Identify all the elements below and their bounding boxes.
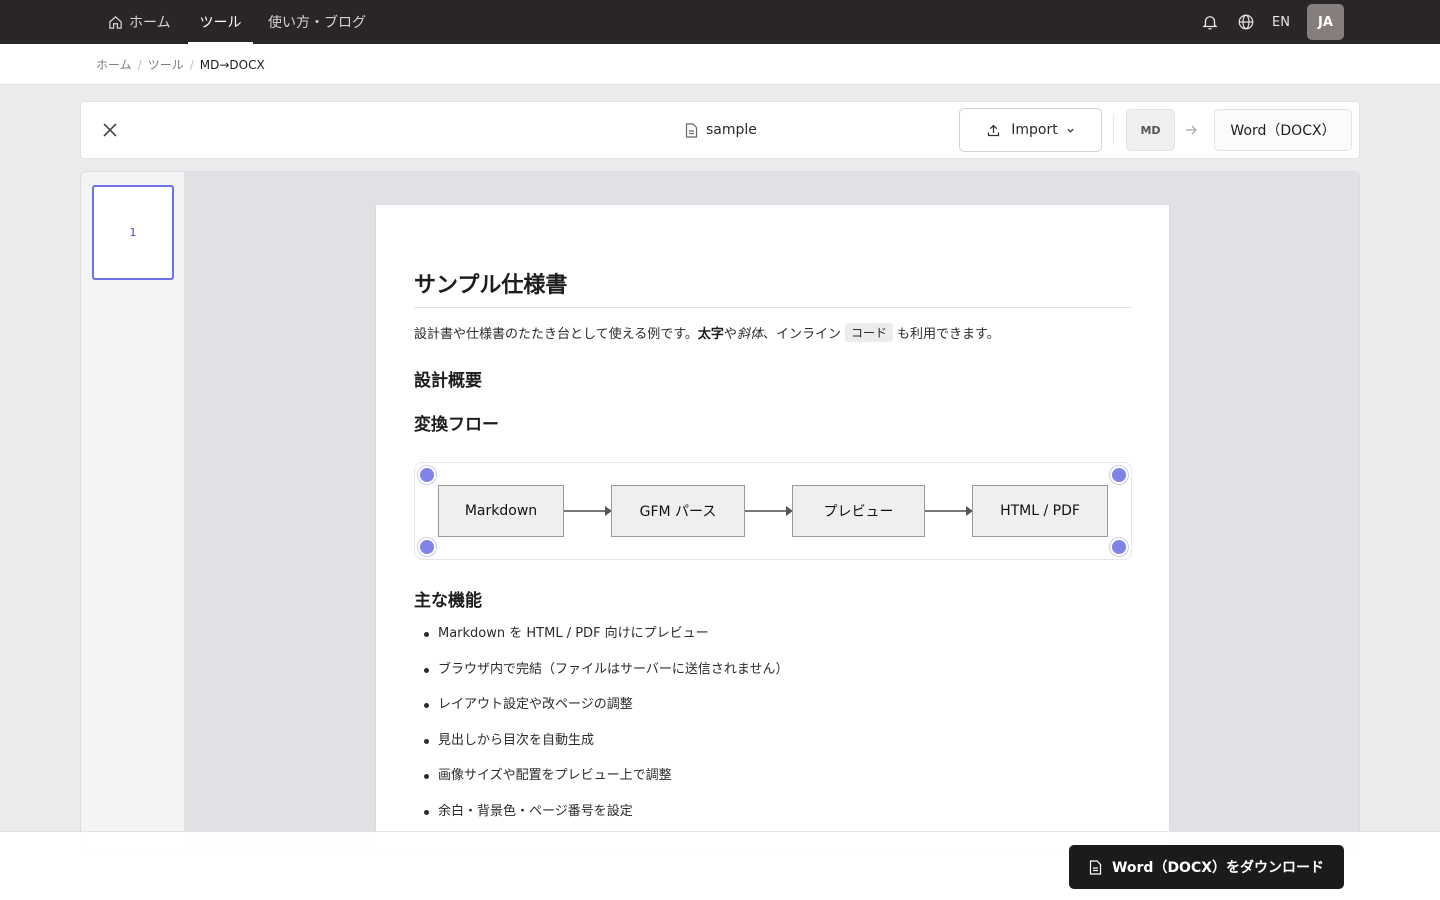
nav-tools-link[interactable]: ツール: [188, 0, 253, 44]
nav-tools-label: ツール: [199, 15, 242, 31]
page-thumbnail[interactable]: 1: [92, 185, 174, 280]
heading-overview: 設計概要: [414, 371, 482, 391]
target-format-button[interactable]: Word（DOCX）: [1214, 109, 1352, 151]
file-name: sample: [685, 102, 757, 158]
breadcrumb-separator: /: [189, 57, 194, 72]
lang-en-toggle[interactable]: EN: [1268, 0, 1294, 44]
flow-step: GFM パース: [611, 485, 745, 537]
list-item: 画像サイズや配置をプレビュー上で調整: [414, 767, 788, 803]
heading-flow: 変換フロー: [414, 415, 499, 435]
home-icon: [109, 15, 122, 29]
list-item: レイアウト設定や改ページの調整: [414, 696, 788, 732]
breadcrumb-separator: /: [137, 57, 142, 72]
list-item: 見出しから目次を自動生成: [414, 732, 788, 768]
nav-home-label: ホーム: [129, 15, 171, 31]
upload-icon: [988, 124, 1000, 136]
chevron-down-icon: [1067, 128, 1074, 133]
flow-step: プレビュー: [792, 485, 925, 537]
intro-text-1: 設計書や仕様書のたたき台として使える例です。: [414, 327, 698, 342]
bottom-action-bar: Word（DOCX）をダウンロード: [0, 831, 1440, 900]
intro-italic: 斜体: [736, 327, 763, 342]
inline-code: コード: [844, 323, 893, 342]
resize-handle-bottom-right[interactable]: [1110, 538, 1128, 556]
file-icon: [685, 122, 698, 138]
intro-bold: 太字: [697, 327, 724, 342]
nav-blog-label: 使い方・ブログ: [268, 15, 366, 31]
close-icon: [103, 123, 117, 137]
nav-blog-link[interactable]: 使い方・ブログ: [268, 0, 366, 44]
flow-diagram[interactable]: Markdown GFM パース プレビュー HTML / PDF: [414, 462, 1132, 560]
flow-arrow: [745, 506, 793, 516]
arrow-right-icon: [1185, 102, 1197, 158]
breadcrumb: ホーム / ツール / MD→DOCX: [96, 44, 265, 85]
avatar[interactable]: JA: [1307, 4, 1344, 40]
list-item: Markdown を HTML / PDF 向けにプレビュー: [414, 625, 788, 661]
intro-text-3: 、インライン: [762, 327, 841, 342]
breadcrumb-home[interactable]: ホーム: [96, 56, 132, 73]
heading-features: 主な機能: [414, 591, 482, 611]
intro-text-4: も利用できます。: [897, 327, 1000, 342]
bell-icon: [1202, 16, 1218, 30]
editor-workspace: 1 サンプル仕様書 設計書や仕様書のたたき台として使える例です。 太字や 斜体 、イ…: [80, 171, 1360, 851]
title-divider: [414, 307, 1132, 308]
intro-text-2: や: [723, 327, 737, 342]
flow-step: Markdown: [438, 485, 564, 537]
flow-arrow: [925, 506, 973, 516]
document-page: サンプル仕様書 設計書や仕様書のたたき台として使える例です。 太字や 斜体 、インラ…: [375, 204, 1170, 850]
feature-list: Markdown を HTML / PDF 向けにプレビュー ブラウザ内で完結（…: [414, 625, 788, 838]
notifications-button[interactable]: [1199, 0, 1221, 44]
doc-title: サンプル仕様書: [414, 273, 568, 298]
flow-step: HTML / PDF: [972, 485, 1108, 537]
breadcrumb-current: MD→DOCX: [199, 57, 265, 72]
intro-paragraph: 設計書や仕様書のたたき台として使える例です。 太字や 斜体 、インライン コード も利…: [414, 323, 1000, 342]
nav-home-link[interactable]: ホーム: [108, 0, 171, 44]
top-nav: ホーム ツール 使い方・ブログ EN JA: [0, 0, 1440, 44]
page-thumbnails: 1: [81, 172, 185, 850]
breadcrumb-tools[interactable]: ツール: [148, 56, 184, 73]
editor-toolbar: sample Import MD Word（DOCX）: [80, 101, 1360, 159]
download-button[interactable]: Word（DOCX）をダウンロード: [1069, 845, 1344, 889]
file-name-label: sample: [706, 122, 757, 138]
list-item: ブラウザ内で完結（ファイルはサーバーに送信されません）: [414, 661, 788, 697]
download-label: Word（DOCX）をダウンロード: [1111, 860, 1325, 876]
resize-handle-top-right[interactable]: [1110, 466, 1128, 484]
import-label: Import: [1011, 122, 1058, 138]
toolbar-divider: [1113, 115, 1114, 145]
close-button[interactable]: [99, 119, 121, 141]
language-button[interactable]: [1235, 0, 1257, 44]
globe-icon: [1238, 14, 1254, 30]
file-icon: [1089, 859, 1102, 875]
resize-handle-bottom-left[interactable]: [418, 538, 436, 556]
source-format-badge: MD: [1126, 109, 1175, 151]
flow-arrow: [564, 506, 612, 516]
resize-handle-top-left[interactable]: [418, 466, 436, 484]
import-button[interactable]: Import: [959, 108, 1102, 152]
breadcrumb-bar: ホーム / ツール / MD→DOCX: [0, 44, 1440, 85]
